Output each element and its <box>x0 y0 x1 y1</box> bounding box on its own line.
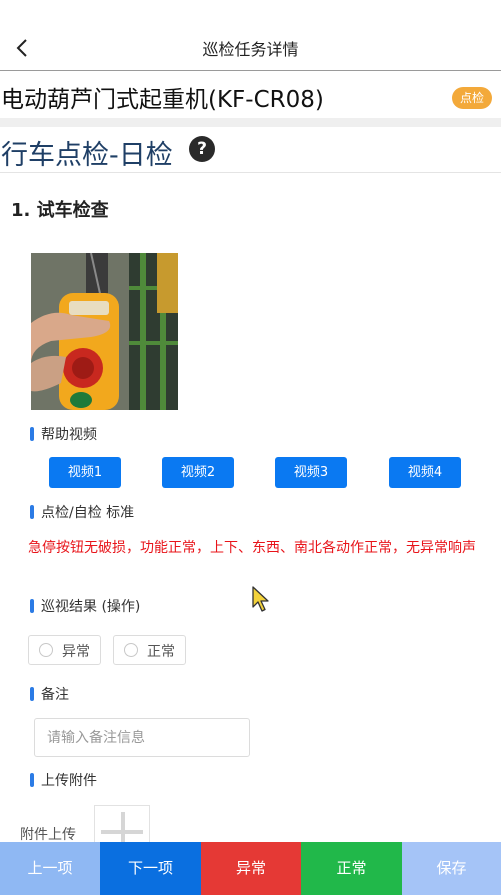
radio-label: 正常 <box>147 644 175 660</box>
next-item-button[interactable]: 下一项 <box>100 842 201 895</box>
remark-input[interactable] <box>34 718 250 757</box>
label-accent-bar <box>30 505 34 519</box>
upload-button[interactable] <box>94 805 150 845</box>
reference-photo[interactable] <box>31 253 178 410</box>
video-4-button[interactable]: 视频4 <box>389 457 461 488</box>
help-video-label: 帮助视频 <box>41 427 97 443</box>
standard-description: 急停按钮无破损，功能正常，上下、东西、南北各动作正常，无异常响声 <box>28 540 476 556</box>
video-1-button[interactable]: 视频1 <box>49 457 121 488</box>
radio-circle-icon <box>39 643 53 657</box>
upload-label: 附件上传 <box>20 827 76 843</box>
help-icon[interactable]: ? <box>189 136 215 162</box>
task-title-row: 行车点检-日检 ? <box>0 127 501 173</box>
result-abnormal-radio[interactable]: 异常 <box>28 635 101 665</box>
label-accent-bar <box>30 599 34 613</box>
check-item-title: 1. 试车检查 <box>11 200 109 221</box>
label-accent-bar <box>30 427 34 441</box>
save-button[interactable]: 保存 <box>402 842 501 895</box>
mark-abnormal-button[interactable]: 异常 <box>201 842 301 895</box>
remark-label: 备注 <box>41 687 69 703</box>
plus-icon <box>121 812 125 844</box>
radio-circle-icon <box>124 643 138 657</box>
radio-label: 异常 <box>62 644 90 660</box>
standard-label: 点检/自检 标准 <box>41 505 135 521</box>
page-title: 巡检任务详情 <box>202 40 299 59</box>
mouse-cursor-icon <box>252 586 269 612</box>
result-label: 巡视结果 (操作) <box>41 599 141 615</box>
attachment-label: 上传附件 <box>41 773 97 789</box>
video-3-button[interactable]: 视频3 <box>275 457 347 488</box>
mark-normal-button[interactable]: 正常 <box>301 842 402 895</box>
nav-bar: 巡检任务详情 <box>0 0 501 71</box>
device-row: 电动葫芦门式起重机(KF-CR08) <box>0 72 501 118</box>
prev-item-button[interactable]: 上一项 <box>0 842 100 895</box>
inspection-type-badge: 点检 <box>452 87 492 109</box>
result-normal-radio[interactable]: 正常 <box>113 635 186 665</box>
task-title: 行车点检-日检 <box>1 140 173 171</box>
device-name: 电动葫芦门式起重机(KF-CR08) <box>1 87 324 113</box>
label-accent-bar <box>30 773 34 787</box>
divider <box>0 118 501 127</box>
label-accent-bar <box>30 687 34 701</box>
bottom-action-bar: 上一项 下一项 异常 正常 保存 <box>0 842 501 895</box>
video-2-button[interactable]: 视频2 <box>162 457 234 488</box>
